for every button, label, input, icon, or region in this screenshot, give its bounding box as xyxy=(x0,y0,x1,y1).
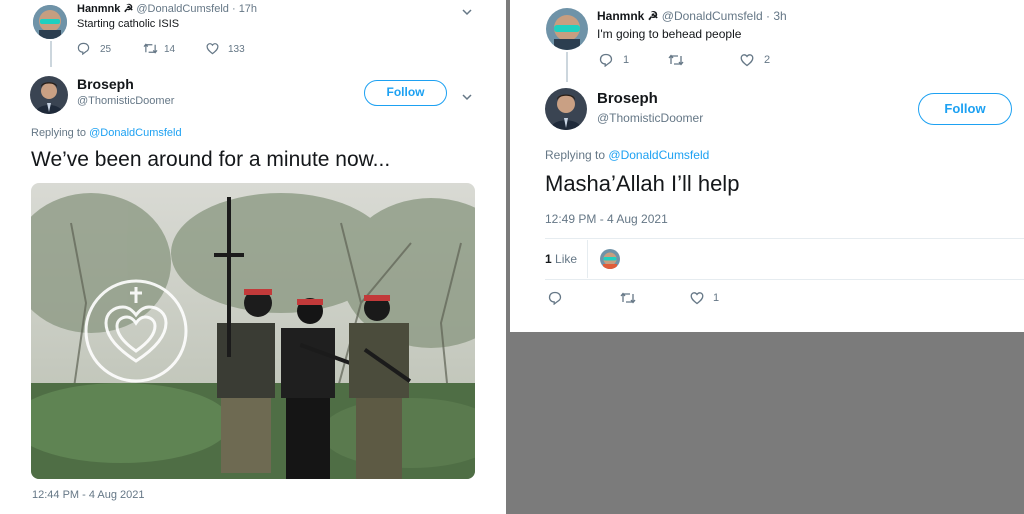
replying-to-handle[interactable]: @DonaldCumsfeld xyxy=(89,127,182,139)
right-screenshot-panel: Hanmnk ☭ @DonaldCumsfeld · 3h I'm going … xyxy=(510,0,1024,332)
more-chevron-icon[interactable] xyxy=(461,4,473,22)
gray-background-area xyxy=(510,332,1024,514)
replying-to-label: Replying to xyxy=(545,148,606,162)
like-count: 2 xyxy=(764,54,771,66)
liker-avatar[interactable] xyxy=(600,249,620,269)
reply-count: 1 xyxy=(623,54,630,66)
tweet-header: Hanmnk ☭ @DonaldCumsfeld · 17h xyxy=(77,2,257,15)
retweet-icon[interactable] xyxy=(668,53,684,70)
thread-line xyxy=(566,52,568,82)
avatar[interactable] xyxy=(33,5,67,39)
tweet-text: We’ve been around for a minute now... xyxy=(31,148,391,171)
replying-to-handle[interactable]: @DonaldCumsfeld xyxy=(608,148,709,162)
like-count: 1 xyxy=(713,292,720,304)
like-count: 133 xyxy=(228,44,245,55)
follow-button[interactable]: Follow xyxy=(918,93,1012,125)
retweet-count: 14 xyxy=(164,44,176,55)
avatar[interactable] xyxy=(30,76,68,114)
reply-icon[interactable] xyxy=(599,53,613,70)
replying-to-label: Replying to xyxy=(31,127,87,139)
tweet-media-image[interactable] xyxy=(31,183,475,479)
follow-button[interactable]: Follow xyxy=(364,80,447,106)
divider xyxy=(545,279,1024,280)
tweet-timestamp[interactable]: 12:44 PM - 4 Aug 2021 xyxy=(32,489,145,501)
display-name[interactable]: Hanmnk ☭ xyxy=(77,3,133,15)
tweet-text: I'm going to behead people xyxy=(597,27,742,41)
handle[interactable]: @ThomisticDoomer xyxy=(597,111,703,125)
replying-to-line: Replying to @DonaldCumsfeld xyxy=(545,148,709,162)
stat-divider xyxy=(587,240,588,278)
reply-icon[interactable] xyxy=(548,291,562,308)
handle[interactable]: @ThomisticDoomer xyxy=(77,95,174,107)
tweet-time[interactable]: 17h xyxy=(239,3,257,15)
tweet-timestamp[interactable]: 12:49 PM - 4 Aug 2021 xyxy=(545,212,668,226)
display-name[interactable]: Broseph xyxy=(77,76,134,92)
more-chevron-icon[interactable] xyxy=(461,89,473,107)
tweet-text: Masha’Allah I’ll help xyxy=(545,171,740,196)
replying-to-line: Replying to @DonaldCumsfeld xyxy=(31,127,182,139)
avatar[interactable] xyxy=(546,8,588,50)
like-icon[interactable] xyxy=(206,42,219,58)
handle[interactable]: @DonaldCumsfeld xyxy=(136,3,229,15)
retweet-icon[interactable] xyxy=(620,291,636,308)
divider xyxy=(545,238,1024,239)
separator-dot: · xyxy=(231,3,236,15)
thread-line xyxy=(50,41,52,67)
left-screenshot-panel: Hanmnk ☭ @DonaldCumsfeld · 17h Starting … xyxy=(0,0,506,514)
display-name[interactable]: Broseph xyxy=(597,90,658,107)
tweet-header: Hanmnk ☭ @DonaldCumsfeld · 3h xyxy=(597,9,787,23)
like-icon[interactable] xyxy=(690,291,704,308)
likes-stat-count: 1 xyxy=(545,252,552,266)
separator-dot: · xyxy=(766,9,771,23)
retweet-icon[interactable] xyxy=(143,42,158,58)
avatar[interactable] xyxy=(545,88,587,130)
tweet-time[interactable]: 3h xyxy=(773,9,786,23)
tweet-text: Starting catholic ISIS xyxy=(77,18,180,30)
handle[interactable]: @DonaldCumsfeld xyxy=(662,9,763,23)
like-icon[interactable] xyxy=(740,53,754,70)
likes-stat[interactable]: 1 Like xyxy=(545,252,577,266)
display-name[interactable]: Hanmnk ☭ xyxy=(597,9,658,23)
reply-icon[interactable] xyxy=(77,42,90,58)
reply-count: 25 xyxy=(100,44,112,55)
likes-stat-label: Like xyxy=(555,252,578,266)
